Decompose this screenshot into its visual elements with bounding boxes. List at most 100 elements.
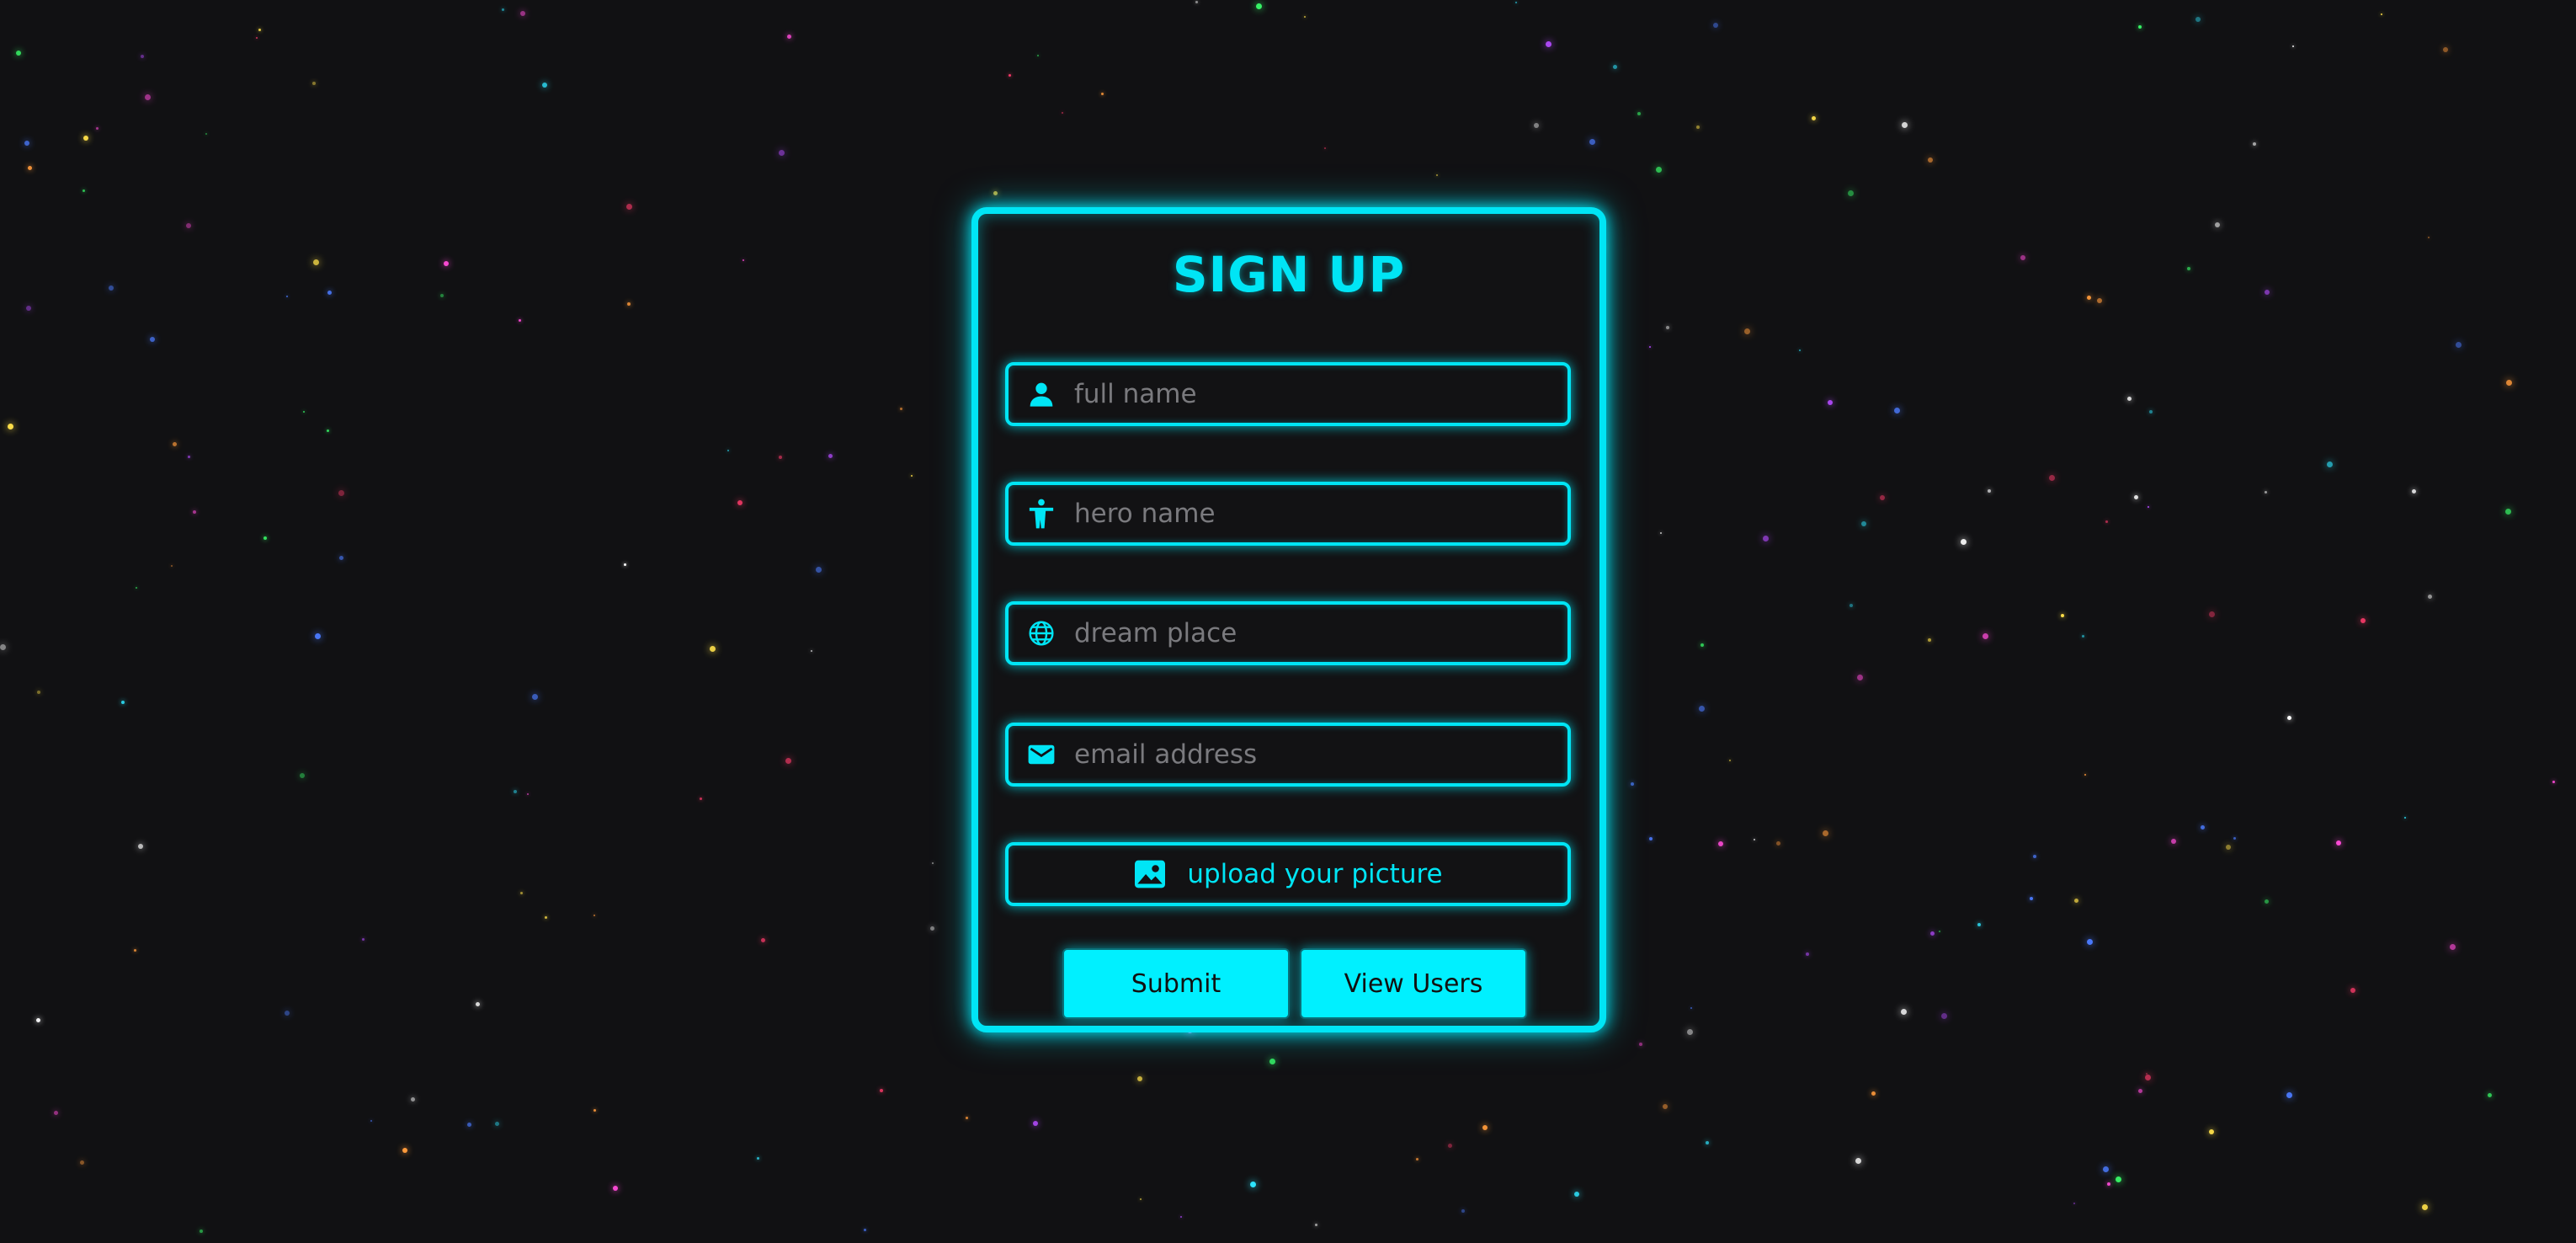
star-dot [338, 490, 344, 496]
star-dot [613, 1186, 618, 1191]
email-field [1005, 723, 1571, 787]
star-dot [1137, 1076, 1142, 1081]
star-dot [96, 127, 98, 130]
star-dot [1195, 1, 1198, 3]
upload-label: upload your picture [1187, 859, 1443, 889]
star-dot [779, 150, 785, 156]
star-dot [2201, 825, 2205, 830]
star-dot [1546, 41, 1551, 47]
star-dot [134, 949, 136, 952]
star-dot [2412, 489, 2416, 493]
star-dot [520, 11, 525, 16]
star-dot [1180, 1216, 1182, 1218]
star-dot [1988, 489, 1991, 493]
star-dot [1806, 952, 1809, 956]
star-dot [2138, 25, 2142, 29]
star-dot [467, 1123, 471, 1127]
star-dot [263, 536, 267, 540]
star-dot [24, 141, 29, 146]
star-dot [742, 259, 744, 261]
star-dot [411, 1097, 415, 1102]
star-dot [173, 442, 177, 446]
star-dot [828, 454, 833, 458]
star-dot [2146, 1073, 2148, 1075]
view-users-button[interactable]: View Users [1300, 948, 1527, 1019]
star-dot [2074, 899, 2078, 903]
star-dot [362, 938, 365, 941]
star-dot [1928, 157, 1933, 163]
star-dot [1857, 675, 1863, 680]
star-dot [1656, 167, 1662, 173]
star-dot [545, 916, 547, 919]
star-dot [932, 862, 934, 864]
star-dot [2148, 506, 2149, 508]
star-dot [1754, 839, 1755, 840]
star-dot [2107, 1182, 2110, 1186]
star-dot [2450, 944, 2456, 950]
full-name-input[interactable] [1074, 379, 1546, 409]
submit-button[interactable]: Submit [1062, 948, 1290, 1019]
star-dot [1744, 328, 1750, 334]
star-dot [2087, 939, 2093, 945]
star-dot [2149, 410, 2153, 413]
star-dot [1256, 3, 1262, 9]
star-dot [54, 1111, 58, 1115]
star-dot [2087, 296, 2091, 300]
star-dot [930, 926, 934, 931]
star-dot [1690, 1007, 1692, 1009]
star-dot [1983, 633, 1988, 639]
star-dot [82, 189, 85, 192]
star-dot [145, 94, 151, 100]
star-dot [136, 587, 137, 589]
star-dot [502, 8, 504, 11]
star-dot [864, 1229, 866, 1231]
star-dot [1660, 532, 1662, 534]
star-dot [2286, 1092, 2292, 1098]
star-dot [993, 191, 998, 195]
star-dot [1939, 931, 1940, 932]
star-dot [1534, 123, 1539, 128]
star-dot [626, 204, 632, 210]
upload-picture-button[interactable]: upload your picture [1005, 842, 1571, 906]
star-dot [171, 565, 173, 567]
star-dot [2030, 897, 2033, 900]
star-dot [2428, 237, 2430, 238]
star-dot [256, 37, 258, 39]
star-dot [36, 1018, 40, 1022]
star-dot [757, 1157, 759, 1160]
star-dot [1250, 1182, 1256, 1187]
star-dot [440, 294, 444, 297]
star-dot [141, 55, 144, 58]
star-dot [1687, 1029, 1693, 1035]
star-dot [1861, 521, 1866, 526]
star-dot [737, 500, 742, 505]
star-dot [2105, 520, 2108, 523]
email-input[interactable] [1074, 739, 1546, 770]
mail-icon [1027, 740, 1056, 769]
dream-place-input[interactable] [1074, 618, 1546, 648]
star-dot [26, 306, 31, 311]
full-name-field [1005, 362, 1571, 426]
star-dot [1613, 65, 1617, 69]
star-dot [1482, 1125, 1488, 1130]
star-dot [2292, 45, 2294, 47]
hero-name-input[interactable] [1074, 499, 1546, 529]
star-dot [2145, 1075, 2151, 1080]
star-dot [83, 136, 88, 141]
star-dot [285, 1011, 290, 1016]
star-dot [1037, 55, 1039, 56]
star-dot [2456, 342, 2462, 348]
star-dot [624, 563, 626, 566]
star-dot [300, 773, 305, 778]
star-dot [339, 556, 343, 560]
star-dot [1812, 116, 1816, 120]
star-dot [2138, 1089, 2142, 1093]
star-dot [2265, 290, 2270, 295]
star-dot [2253, 142, 2256, 146]
star-dot [1448, 1144, 1452, 1148]
star-dot [109, 285, 114, 291]
star-dot [761, 938, 765, 942]
star-dot [966, 1117, 968, 1119]
star-dot [1574, 1192, 1579, 1197]
star-dot [2265, 491, 2267, 493]
